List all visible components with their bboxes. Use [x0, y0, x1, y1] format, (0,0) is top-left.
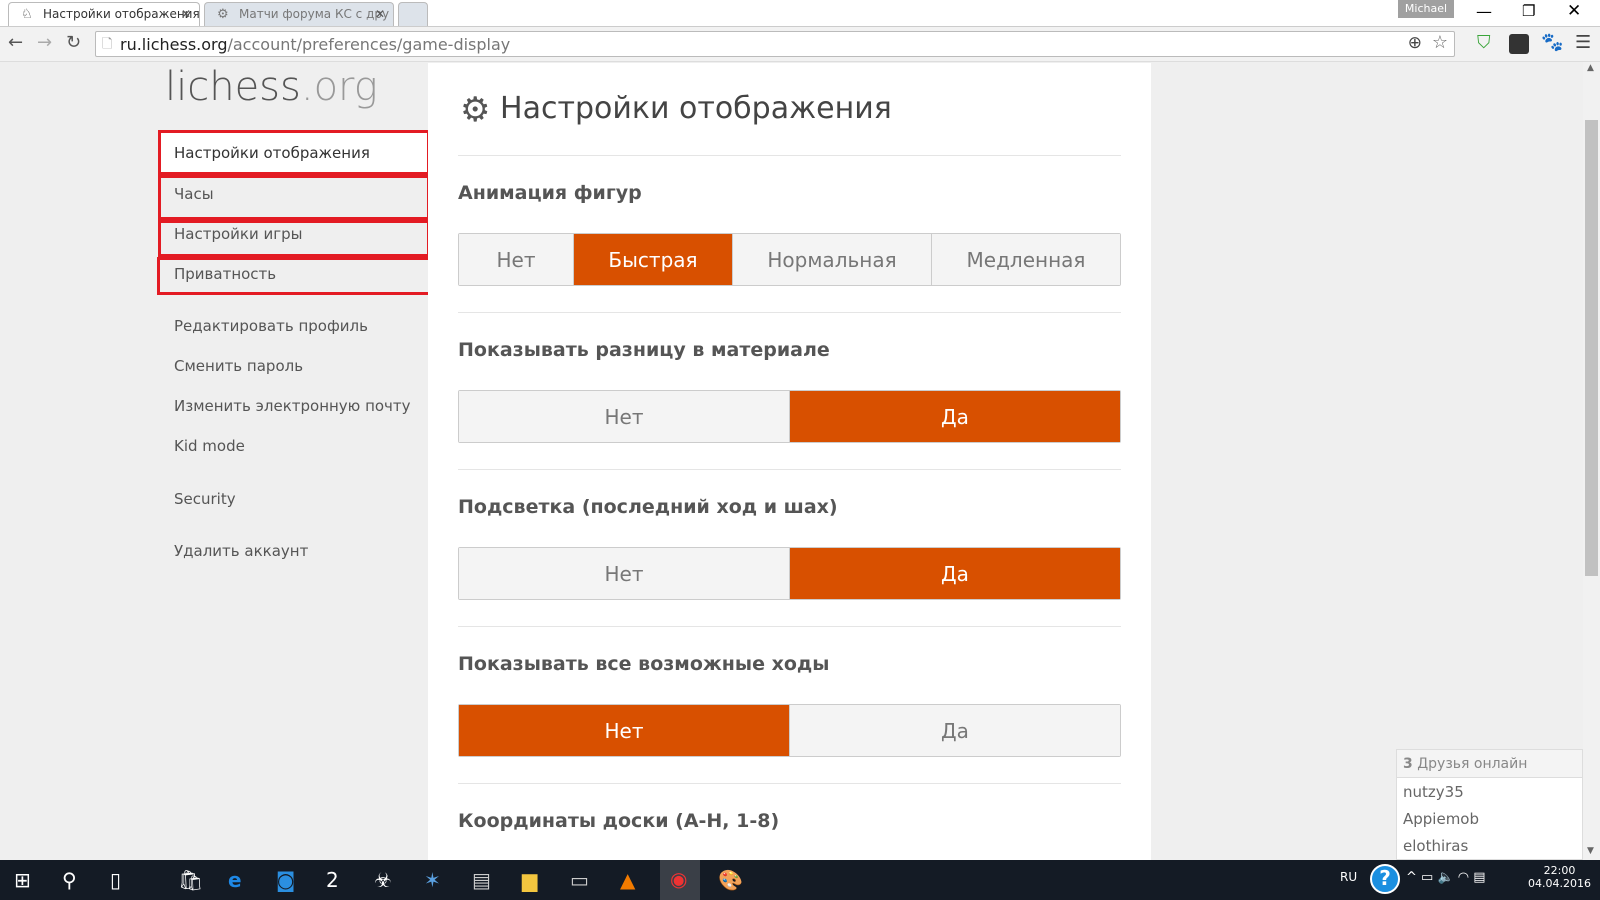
- edge-icon[interactable]: e: [228, 868, 242, 892]
- sidebar-item-clock[interactable]: Часы: [174, 185, 214, 203]
- zoom-icon[interactable]: ⊕: [1408, 33, 1422, 53]
- section-heading: Анимация фигур: [458, 182, 642, 204]
- file-explorer-icon[interactable]: ▆: [522, 868, 537, 892]
- forum-favicon-icon: ⚙: [217, 7, 229, 22]
- restore-button[interactable]: ❐: [1522, 2, 1535, 20]
- option-yes[interactable]: Да: [790, 705, 1120, 756]
- sidebar-item-display[interactable]: Настройки отображения: [174, 144, 370, 162]
- chrome-taskbar-button[interactable]: ◉: [660, 860, 700, 900]
- start-windows-icon[interactable]: ⊞: [14, 868, 31, 892]
- sidebar-item-privacy[interactable]: Приватность: [174, 265, 276, 283]
- friend-item[interactable]: Appiemob: [1397, 805, 1582, 832]
- divider: [458, 312, 1121, 313]
- search-icon[interactable]: ⚲: [62, 868, 77, 892]
- gear-icon: ⚙: [460, 90, 491, 130]
- close-tab-icon[interactable]: ✕: [181, 7, 191, 21]
- page-icon: 🗋: [102, 37, 113, 52]
- store-icon[interactable]: 🛍: [178, 868, 203, 892]
- section-heading: Координаты доски (A-H, 1-8): [458, 810, 780, 832]
- section-heading: Показывать все возможные ходы: [458, 653, 830, 675]
- tray-icons[interactable]: ^ ▭ 🔈 ◠ ▤: [1406, 870, 1486, 885]
- section-heading: Подсветка (последний ход и шах): [458, 496, 838, 518]
- help-icon[interactable]: ?: [1370, 864, 1400, 894]
- highlight-choice: Нет Да: [458, 547, 1121, 600]
- divider: [458, 155, 1121, 156]
- tab-inactive[interactable]: ⚙ Матчи форума КС с дру ✕: [204, 2, 394, 26]
- friends-header[interactable]: 3 Друзья онлайн: [1397, 750, 1582, 778]
- battlenet-icon[interactable]: ✶: [424, 868, 441, 892]
- lichess-favicon-icon: ♘: [21, 7, 33, 22]
- option-yes[interactable]: Да: [790, 548, 1120, 599]
- reload-button[interactable]: ↻: [66, 32, 81, 53]
- bookmark-star-icon[interactable]: ☆: [1432, 32, 1448, 53]
- divider: [458, 626, 1121, 627]
- paw-extension-icon[interactable]: 🐾: [1541, 32, 1563, 53]
- sidebar-item-password[interactable]: Сменить пароль: [174, 357, 303, 375]
- friends-online-box: 3 Друзья онлайн nutzy35 Appiemob elothir…: [1396, 749, 1583, 860]
- sidebar-item-profile[interactable]: Редактировать профиль: [174, 317, 368, 335]
- forward-button[interactable]: →: [37, 32, 52, 53]
- scrollbar-thumb[interactable]: [1585, 120, 1598, 576]
- new-tab-button[interactable]: [398, 2, 428, 26]
- show-moves-choice: Нет Да: [458, 704, 1121, 757]
- sidebar-item-security[interactable]: Security: [174, 490, 236, 508]
- address-bar[interactable]: 🗋 ru.lichess.org/account/preferences/gam…: [95, 31, 1455, 57]
- close-tab-icon[interactable]: ✕: [375, 7, 385, 21]
- option-no[interactable]: Нет: [459, 391, 790, 442]
- sidebar-item-game[interactable]: Настройки игры: [174, 225, 302, 243]
- vlc-icon[interactable]: ▲: [620, 868, 635, 892]
- chrome-icon: ◉: [670, 867, 688, 891]
- close-window-button[interactable]: ✕: [1567, 1, 1581, 21]
- biohazard-game-icon[interactable]: ☣: [374, 868, 392, 892]
- animation-choice: Нет Быстрая Нормальная Медленная: [458, 233, 1121, 286]
- resource-monitor-icon[interactable]: ▤: [472, 868, 491, 892]
- tab-bar: ♘ Настройки отображения ✕ ⚙ Матчи форума КС…: [0, 0, 1600, 26]
- terminal-icon[interactable]: ▭: [570, 868, 589, 892]
- sidebar-item-kid-mode[interactable]: Kid mode: [174, 437, 245, 455]
- option-slow[interactable]: Медленная: [932, 234, 1120, 285]
- friend-item[interactable]: elothiras: [1397, 832, 1582, 859]
- section-heading: Показывать разницу в материале: [458, 339, 830, 361]
- tab-active[interactable]: ♘ Настройки отображения ✕: [8, 2, 200, 26]
- option-fast[interactable]: Быстрая: [574, 234, 733, 285]
- scroll-up-icon[interactable]: ▲: [1587, 63, 1594, 73]
- minimize-button[interactable]: —: [1476, 2, 1492, 21]
- browser-toolbar: ← → ↻ 🗋 ru.lichess.org/account/preferenc…: [0, 26, 1600, 62]
- option-none[interactable]: Нет: [459, 234, 574, 285]
- extension-icon[interactable]: [1509, 34, 1529, 54]
- profile-name[interactable]: Michael: [1398, 0, 1454, 18]
- option-yes[interactable]: Да: [790, 391, 1120, 442]
- back-button[interactable]: ←: [8, 32, 23, 53]
- material-diff-choice: Нет Да: [458, 390, 1121, 443]
- option-no[interactable]: Нет: [459, 548, 790, 599]
- task-view-icon[interactable]: ▯: [110, 868, 121, 892]
- paint-icon[interactable]: 🎨: [718, 868, 743, 892]
- sidebar-item-email[interactable]: Изменить электронную почту: [174, 397, 411, 415]
- sidebar-item-close-account[interactable]: Удалить аккаунт: [174, 542, 308, 560]
- option-no[interactable]: Нет: [459, 705, 790, 756]
- divider: [458, 783, 1121, 784]
- adguard-shield-icon[interactable]: ⛉: [1477, 32, 1491, 53]
- divider: [458, 469, 1121, 470]
- portal2-icon[interactable]: 2: [326, 868, 339, 892]
- friend-item[interactable]: nutzy35: [1397, 778, 1582, 805]
- option-normal[interactable]: Нормальная: [733, 234, 932, 285]
- language-indicator[interactable]: RU: [1340, 870, 1357, 884]
- clock[interactable]: 22:00 04.04.2016: [1528, 864, 1591, 890]
- site-logo[interactable]: lichess.org: [165, 64, 378, 110]
- scroll-down-icon[interactable]: ▼: [1587, 846, 1594, 856]
- teamviewer-icon[interactable]: ◙: [276, 868, 295, 892]
- menu-icon[interactable]: ☰: [1575, 32, 1591, 53]
- page-title: ⚙ Настройки отображения: [460, 90, 892, 130]
